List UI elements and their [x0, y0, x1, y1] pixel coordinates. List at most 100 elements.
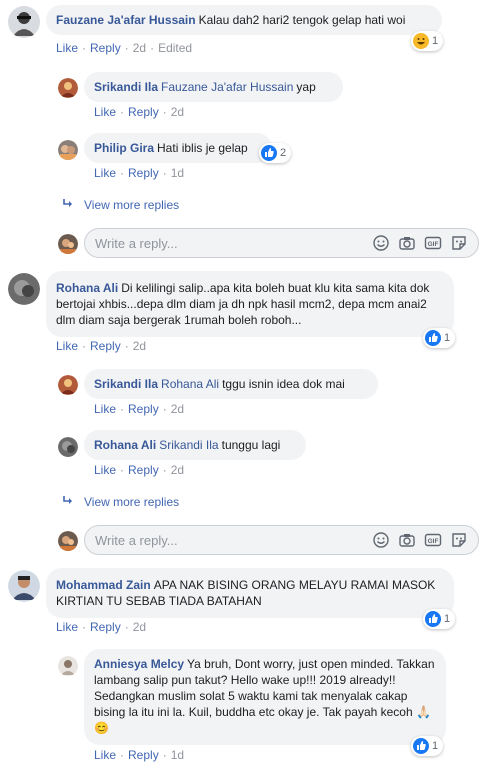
timestamp[interactable]: 1d [171, 748, 184, 762]
reaction-number: 2 [280, 147, 287, 159]
like-link[interactable]: Like [94, 402, 116, 416]
timestamp[interactable]: 1d [171, 166, 184, 180]
like-reaction-icon [425, 611, 441, 627]
comment-text: tunggu lagi [221, 438, 281, 452]
view-more-replies[interactable]: View more replies [62, 495, 179, 509]
comment-text: Hati iblis je gelap [157, 141, 248, 155]
view-more-label[interactable]: View more replies [84, 198, 179, 212]
comment-bubble: Rohana Ali Di kelilingi salip..apa kita b… [46, 271, 454, 337]
comment-bubble: Mohammad Zain APA NAK BISING ORANG MELAYU… [46, 568, 454, 618]
commenter-name[interactable]: Fauzane Ja'afar Hussain [56, 13, 196, 27]
reply-link[interactable]: Reply [90, 620, 121, 634]
comment-bubble: Anniesya Melcy Ya bruh, Dont worry, just … [84, 649, 446, 745]
comment-actions: Like · Reply · 2d [94, 463, 185, 477]
timestamp[interactable]: 2d [133, 620, 146, 634]
commenter-name[interactable]: Rohana Ali [56, 281, 118, 295]
camera-icon[interactable] [398, 531, 416, 549]
sticker-icon[interactable] [450, 531, 468, 549]
tagged-user[interactable]: Rohana Ali [161, 377, 219, 391]
comment-actions: Like · Reply · 2d [56, 620, 147, 634]
avatar[interactable] [58, 375, 78, 395]
commenter-name[interactable]: Mohammad Zain [56, 578, 151, 592]
reply-input[interactable]: Write a reply... GIF [84, 525, 479, 555]
comment-actions: Like · Reply · 2d [94, 402, 185, 416]
avatar [58, 234, 78, 254]
timestamp[interactable]: 2d [133, 41, 146, 55]
avatar[interactable] [58, 140, 78, 160]
like-link[interactable]: Like [56, 41, 78, 55]
reaction-number: 1 [432, 740, 439, 752]
emoji-icon[interactable] [372, 234, 390, 252]
comment-bubble: Rohana Ali Srikandi Ila tunggu lagi [84, 430, 306, 460]
like-reaction-icon [413, 738, 429, 754]
gif-icon[interactable]: GIF [424, 531, 442, 549]
comment-actions: Like · Reply · 2d [94, 105, 185, 119]
reply-link[interactable]: Reply [128, 463, 159, 477]
haha-reaction-icon [413, 33, 429, 49]
svg-text:GIF: GIF [428, 241, 439, 248]
reaction-count[interactable]: 1 [423, 609, 456, 629]
reply-link[interactable]: Reply [90, 41, 121, 55]
avatar[interactable] [8, 6, 40, 38]
comment-actions: Like · Reply · 2d · Edited [56, 41, 193, 55]
comment-text: yap [296, 80, 316, 94]
commenter-name[interactable]: Philip Gira [94, 141, 154, 155]
reply-link[interactable]: Reply [128, 166, 159, 180]
avatar[interactable] [58, 656, 78, 676]
reply-link[interactable]: Reply [128, 105, 159, 119]
like-link[interactable]: Like [94, 463, 116, 477]
reaction-count[interactable]: 1 [411, 736, 444, 756]
avatar [58, 531, 78, 551]
emoji-icon[interactable] [372, 531, 390, 549]
reply-input[interactable]: Write a reply... GIF [84, 228, 479, 258]
tagged-user[interactable]: Fauzane Ja'afar Hussain [161, 80, 293, 94]
comment-actions: Like · Reply · 2d [56, 339, 147, 353]
comment-text: Kalau dah2 hari2 tengok gelap hati woi [198, 13, 406, 27]
reaction-number: 1 [444, 332, 451, 344]
comment-bubble: Fauzane Ja'afar Hussain Kalau dah2 hari2 … [46, 5, 442, 35]
timestamp[interactable]: 2d [171, 105, 184, 119]
comment-actions: Like · Reply · 1d [94, 166, 185, 180]
view-more-label[interactable]: View more replies [84, 495, 179, 509]
gif-icon[interactable]: GIF [424, 234, 442, 252]
like-link[interactable]: Like [94, 748, 116, 762]
view-more-replies[interactable]: View more replies [62, 198, 179, 212]
comment-text: tggu isnin idea dok mai [222, 377, 345, 391]
timestamp[interactable]: 2d [133, 339, 146, 353]
commenter-name[interactable]: Rohana Ali [94, 438, 156, 452]
comment-bubble: Philip Gira Hati iblis je gelap [84, 133, 272, 163]
comment-bubble: Srikandi Ila Fauzane Ja'afar Hussain yap [84, 72, 343, 102]
tagged-user[interactable]: Srikandi Ila [159, 438, 218, 452]
reply-link[interactable]: Reply [128, 748, 159, 762]
like-link[interactable]: Like [56, 339, 78, 353]
camera-icon[interactable] [398, 234, 416, 252]
reply-link[interactable]: Reply [90, 339, 121, 353]
like-reaction-icon [425, 330, 441, 346]
sticker-icon[interactable] [450, 234, 468, 252]
like-link[interactable]: Like [56, 620, 78, 634]
comment-bubble: Srikandi Ila Rohana Ali tggu isnin idea do… [84, 369, 378, 399]
avatar[interactable] [58, 78, 78, 98]
reaction-number: 1 [444, 613, 451, 625]
avatar[interactable] [58, 437, 78, 457]
reply-arrow-icon [62, 495, 74, 509]
timestamp[interactable]: 2d [171, 402, 184, 416]
reply-placeholder: Write a reply... [95, 235, 178, 251]
reaction-count[interactable]: 2 [259, 143, 292, 163]
commenter-name[interactable]: Srikandi Ila [94, 80, 158, 94]
like-link[interactable]: Like [94, 105, 116, 119]
reply-placeholder: Write a reply... [95, 532, 178, 548]
commenter-name[interactable]: Anniesya Melcy [94, 657, 184, 671]
like-link[interactable]: Like [94, 166, 116, 180]
reaction-count[interactable]: 1 [423, 328, 456, 348]
reaction-count[interactable]: 1 [411, 31, 444, 51]
like-reaction-icon [261, 145, 277, 161]
reply-link[interactable]: Reply [128, 402, 159, 416]
reply-arrow-icon [62, 198, 74, 212]
commenter-name[interactable]: Srikandi Ila [94, 377, 158, 391]
edited-label[interactable]: Edited [158, 41, 192, 55]
reaction-number: 1 [432, 35, 439, 47]
avatar[interactable] [8, 273, 40, 305]
timestamp[interactable]: 2d [171, 463, 184, 477]
avatar[interactable] [8, 570, 40, 602]
